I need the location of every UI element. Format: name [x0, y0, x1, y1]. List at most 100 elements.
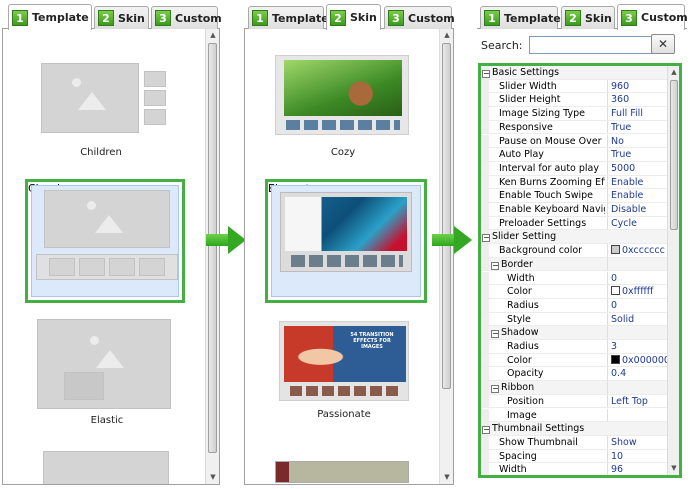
property-row[interactable]: Position Left Top — [481, 394, 673, 409]
vertical-scrollbar[interactable]: ▲ ▼ — [667, 66, 679, 475]
property-value[interactable]: 3 — [611, 340, 673, 354]
tab-custom[interactable]: 3 Custom — [384, 6, 455, 29]
property-row[interactable]: Color 0x000000 — [481, 353, 673, 368]
property-row[interactable]: Spacing 10 — [481, 449, 673, 464]
property-value[interactable]: True — [611, 148, 673, 162]
property-row[interactable]: Preloader Settings Cycle — [481, 216, 673, 231]
skin-item-elegant[interactable]: Elegant — [265, 179, 427, 303]
property-category[interactable]: − Ribbon — [481, 381, 671, 395]
property-row[interactable]: Image Sizing Type Full Fill — [481, 107, 671, 121]
template-item-partial[interactable] — [43, 451, 169, 484]
property-value[interactable]: Full Fill — [611, 107, 673, 121]
property-value[interactable]: 960 — [611, 80, 673, 94]
collapse-icon[interactable]: − — [482, 70, 490, 78]
property-row[interactable]: Radius 3 — [481, 340, 671, 354]
row-gutter — [481, 148, 489, 161]
property-row[interactable]: Background color 0xcccccc — [481, 244, 671, 258]
property-name-text: Border — [501, 258, 533, 270]
scroll-thumb[interactable] — [670, 80, 678, 230]
property-name-text: Ken Burns Zooming Effect — [499, 176, 605, 188]
property-value[interactable]: Left Top — [611, 395, 673, 409]
scroll-up-icon[interactable]: ▲ — [440, 29, 453, 42]
property-row[interactable]: Width 96 — [481, 463, 673, 475]
template-item-classic[interactable]: Classic — [25, 179, 185, 303]
property-value[interactable]: True — [611, 121, 673, 135]
property-value[interactable]: 0x000000 — [611, 354, 673, 368]
tab-custom[interactable]: 3 Custom — [617, 4, 688, 30]
tab-template[interactable]: 1 Template — [8, 4, 92, 30]
property-value[interactable]: 10 — [611, 450, 673, 464]
property-row[interactable]: Width 0 — [481, 271, 673, 286]
property-value[interactable]: Disable — [611, 203, 673, 217]
property-value[interactable]: Solid — [611, 313, 673, 327]
search-input[interactable] — [528, 36, 655, 54]
property-value[interactable]: Enable — [611, 189, 673, 203]
property-row[interactable]: Responsive True — [481, 120, 673, 135]
property-value[interactable]: 0xcccccc — [611, 244, 673, 258]
property-name-text: Color — [507, 286, 532, 298]
property-category[interactable]: − Thumbnail Settings — [481, 422, 671, 436]
row-gutter — [481, 408, 489, 422]
skin-item-passionate[interactable]: 54 TRANSITION EFFECTS FOR IMAGES Passion… — [279, 321, 409, 431]
property-row[interactable]: Slider Height 360 — [481, 93, 673, 108]
property-row[interactable]: Show Thumbnail Show — [481, 435, 673, 450]
property-value[interactable]: 5000 — [611, 162, 673, 176]
property-value[interactable]: 0xffffff — [611, 285, 673, 299]
row-gutter — [481, 271, 489, 285]
vertical-scrollbar[interactable]: ▲ ▼ — [439, 29, 453, 484]
scroll-down-icon[interactable]: ▼ — [440, 471, 453, 484]
property-row[interactable]: Auto Play True — [481, 148, 671, 162]
scroll-up-icon[interactable]: ▲ — [206, 29, 219, 42]
property-row[interactable]: Enable Touch Swipe Enable — [481, 189, 671, 203]
property-row[interactable]: Radius 0 — [481, 298, 673, 313]
property-value[interactable]: 0.4 — [611, 367, 673, 381]
skin-item-partial[interactable] — [275, 461, 409, 483]
scroll-down-icon[interactable]: ▼ — [668, 462, 679, 475]
scroll-down-icon[interactable]: ▼ — [206, 471, 219, 484]
tab-skin[interactable]: 2 Skin — [94, 6, 149, 29]
scroll-up-icon[interactable]: ▲ — [668, 66, 679, 79]
property-value[interactable]: Cycle — [611, 217, 673, 231]
tab-label: Template — [504, 11, 561, 25]
property-category[interactable]: − Basic Settings — [481, 66, 671, 80]
tab-template[interactable]: 1 Template — [480, 6, 561, 29]
tab-bar: 1 Template 2 Skin 3 Custom — [477, 3, 688, 30]
property-row[interactable]: Opacity 0.4 — [481, 367, 673, 382]
next-step-arrow-icon — [432, 226, 474, 254]
collapse-icon[interactable]: − — [491, 385, 499, 394]
collapse-icon[interactable]: − — [491, 330, 499, 339]
scroll-thumb[interactable] — [442, 43, 451, 389]
tab-skin[interactable]: 2 Skin — [561, 6, 615, 29]
property-row[interactable]: Slider Width 960 — [481, 79, 673, 94]
property-value[interactable]: Enable — [611, 176, 673, 190]
property-category[interactable]: − Shadow — [481, 326, 671, 340]
search-label: Search: — [481, 38, 523, 52]
template-item-elastic[interactable]: Elastic — [37, 319, 177, 429]
property-category[interactable]: − Slider Setting — [481, 230, 671, 245]
property-row[interactable]: Enable Keyboard Navig... Disable — [481, 203, 671, 217]
property-value[interactable]: 360 — [611, 93, 673, 107]
property-value[interactable]: 96 — [611, 463, 673, 475]
column-separator — [607, 257, 608, 271]
collapse-icon[interactable]: − — [491, 261, 499, 270]
property-value[interactable]: 0 — [611, 272, 673, 286]
tab-template[interactable]: 1 Template — [248, 6, 329, 29]
property-row[interactable]: Interval for auto play 5000 — [481, 161, 673, 176]
property-value[interactable]: 0 — [611, 299, 673, 313]
property-row[interactable]: Pause on Mouse Over No — [481, 134, 673, 149]
property-row[interactable]: Style Solid — [481, 312, 673, 327]
property-row[interactable]: Image — [481, 408, 671, 423]
vertical-scrollbar[interactable]: ▲ ▼ — [205, 29, 219, 484]
property-value[interactable]: No — [611, 135, 673, 149]
skin-item-cozy[interactable]: Cozy — [275, 55, 411, 165]
tab-skin[interactable]: 2 Skin — [326, 4, 381, 30]
tab-custom[interactable]: 3 Custom — [151, 6, 222, 29]
template-item-children[interactable]: Children — [41, 63, 171, 163]
property-value[interactable]: Show — [611, 436, 673, 450]
property-category[interactable]: − Border — [481, 257, 671, 272]
collapse-icon[interactable]: − — [482, 234, 490, 243]
property-row[interactable]: Color 0xffffff — [481, 285, 671, 299]
collapse-icon[interactable]: − — [482, 426, 490, 435]
clear-search-button[interactable]: ✕ — [651, 34, 675, 54]
property-row[interactable]: Ken Burns Zooming Effect Enable — [481, 175, 673, 190]
